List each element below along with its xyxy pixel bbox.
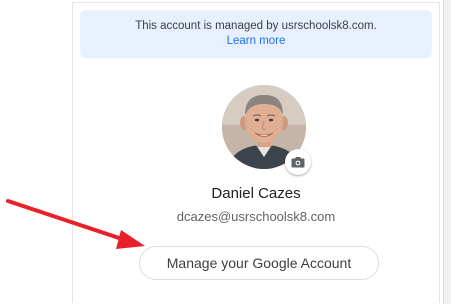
account-email: dcazes@usrschoolsk8.com <box>176 209 336 224</box>
camera-icon <box>291 157 305 168</box>
learn-more-link[interactable]: Learn more <box>227 34 286 49</box>
change-photo-button[interactable] <box>285 149 311 175</box>
managed-account-banner: This account is managed by usrschoolsk8.… <box>80 10 432 58</box>
manage-google-account-button[interactable]: Manage your Google Account <box>139 246 379 280</box>
screenshot-stage: This account is managed by usrschoolsk8.… <box>0 0 451 304</box>
managed-account-text: This account is managed by usrschoolsk8.… <box>135 20 377 32</box>
account-card: This account is managed by usrschoolsk8.… <box>72 2 440 303</box>
avatar-container <box>222 85 311 175</box>
account-name: Daniel Cazes <box>211 185 301 202</box>
adjacent-panel-edge <box>443 0 451 304</box>
